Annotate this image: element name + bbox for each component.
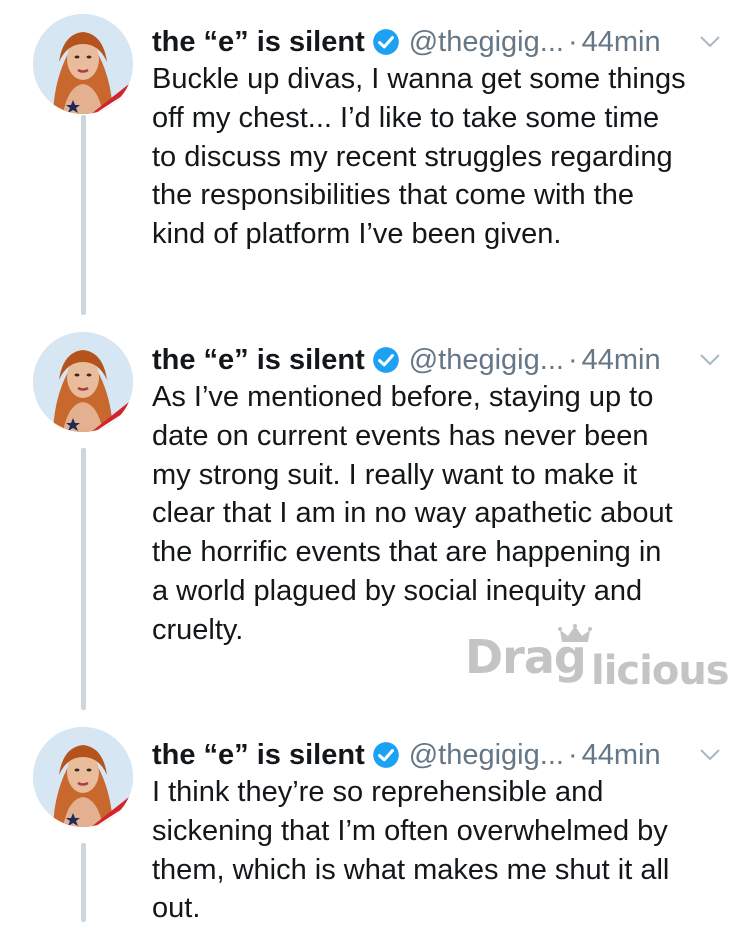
tweet[interactable]: the “e” is silent @thegigig... · 44min I… — [0, 727, 750, 924]
avatar[interactable] — [33, 332, 133, 432]
tweet-header: the “e” is silent @thegigig... · 44min — [152, 340, 722, 380]
user-handle[interactable]: @thegigig... — [409, 340, 564, 380]
tweet-text: As I’ve mentioned before, staying up to … — [152, 381, 673, 646]
tweet[interactable]: the “e” is silent @thegigig... · 44min B… — [0, 14, 750, 254]
separator-dot: · — [567, 26, 578, 58]
chevron-down-icon[interactable] — [698, 350, 722, 370]
timestamp[interactable]: 44min — [582, 735, 661, 775]
separator-dot: · — [567, 739, 578, 771]
chevron-down-icon[interactable] — [698, 32, 722, 52]
user-handle[interactable]: @thegigig... — [409, 22, 564, 62]
display-name[interactable]: the “e” is silent — [152, 735, 365, 775]
display-name[interactable]: the “e” is silent — [152, 22, 365, 62]
tweet-header: the “e” is silent @thegigig... · 44min — [152, 735, 722, 775]
timestamp[interactable]: 44min — [582, 340, 661, 380]
watermark-text-licious: licious — [591, 648, 730, 694]
timestamp[interactable]: 44min — [582, 22, 661, 62]
tweet-text: I think they’re so reprehensible and sic… — [152, 776, 670, 925]
tweet[interactable]: the “e” is silent @thegigig... · 44min A… — [0, 332, 750, 652]
verified-badge-icon — [372, 29, 399, 55]
user-handle[interactable]: @thegigig... — [409, 735, 564, 775]
verified-badge-icon — [372, 742, 399, 768]
tweet-header: the “e” is silent @thegigig... · 44min — [152, 22, 722, 62]
verified-badge-icon — [372, 347, 399, 373]
chevron-down-icon[interactable] — [698, 745, 722, 765]
draglicious-watermark: Drag licious — [465, 624, 730, 698]
watermark-text-drag: Drag — [465, 630, 587, 684]
display-name[interactable]: the “e” is silent — [152, 340, 365, 380]
separator-dot: · — [567, 344, 578, 376]
avatar[interactable] — [33, 14, 133, 114]
tweet-text: Buckle up divas, I wanna get some things… — [152, 63, 686, 251]
avatar[interactable] — [33, 727, 133, 827]
